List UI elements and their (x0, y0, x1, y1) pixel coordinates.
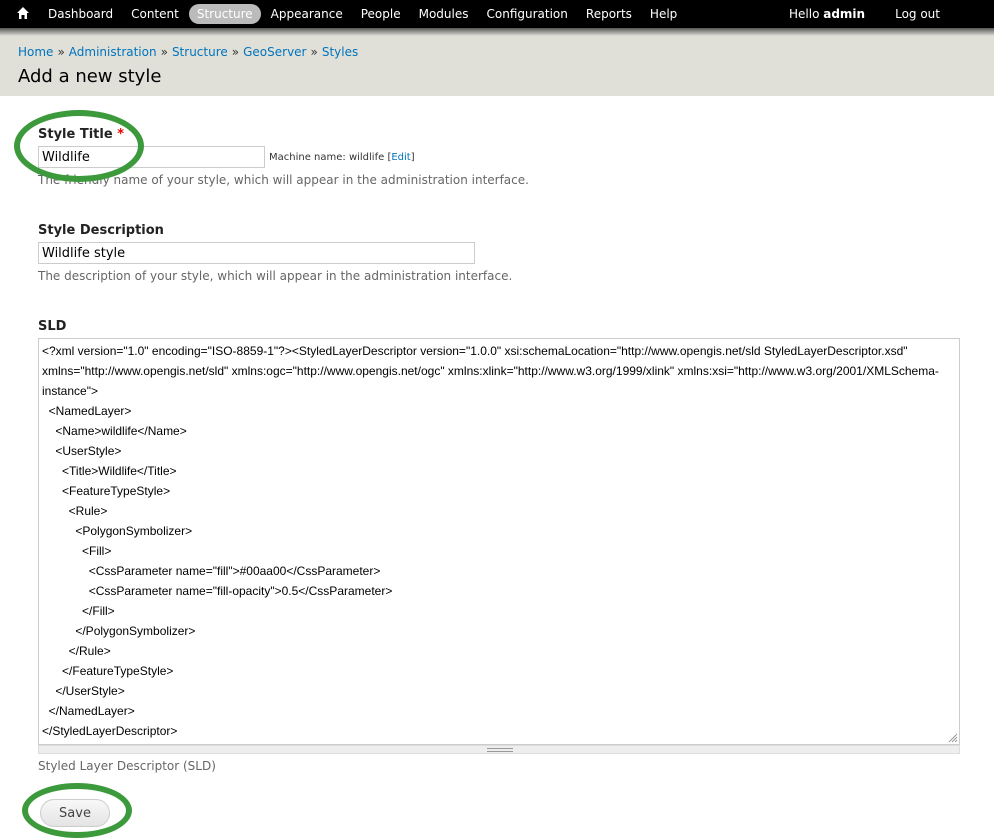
save-button[interactable]: Save (40, 799, 110, 827)
breadcrumb-geoserver[interactable]: GeoServer (243, 45, 306, 59)
admin-toolbar: Dashboard Content Structure Appearance P… (0, 0, 994, 28)
breadcrumb-separator: » (310, 45, 318, 59)
toolbar-item-dashboard[interactable]: Dashboard (40, 4, 121, 24)
sld-textarea[interactable]: <?xml version="1.0" encoding="ISO-8859-1… (38, 338, 960, 745)
greeting-prefix: Hello (789, 7, 824, 21)
toolbar-item-content[interactable]: Content (123, 4, 187, 24)
breadcrumb: Home» Administration» Structure» GeoServer»… (18, 45, 358, 59)
style-description-input[interactable] (38, 242, 475, 264)
logout-link[interactable]: Log out (895, 7, 940, 21)
breadcrumb-structure[interactable]: Structure (172, 45, 228, 59)
toolbar-item-help[interactable]: Help (642, 4, 685, 24)
grippie-bars-icon (487, 748, 513, 752)
breadcrumb-separator: » (160, 45, 168, 59)
sld-content[interactable]: <?xml version="1.0" encoding="ISO-8859-1… (39, 339, 959, 743)
user-greeting: Hello admin (789, 7, 865, 21)
resize-handle-icon[interactable] (946, 731, 958, 743)
toolbar-shadow (0, 28, 994, 36)
home-icon[interactable] (16, 6, 30, 20)
style-description-label: Style Description (38, 223, 164, 238)
machine-name-suffix: ] (410, 152, 415, 163)
breadcrumb-styles[interactable]: Styles (322, 45, 358, 59)
username[interactable]: admin (823, 7, 865, 21)
machine-name-edit-link[interactable]: Edit (391, 152, 410, 163)
page-title: Add a new style (18, 66, 162, 87)
textarea-grippie[interactable] (38, 745, 960, 754)
style-title-label: Style Title * (38, 127, 124, 142)
machine-name-text: Machine name: wildlife [ (269, 152, 392, 163)
breadcrumb-separator: » (57, 45, 65, 59)
sld-label: SLD (38, 319, 67, 334)
style-title-label-text: Style Title (38, 127, 113, 142)
toolbar-item-structure[interactable]: Structure (188, 4, 261, 24)
breadcrumb-home[interactable]: Home (18, 45, 53, 59)
toolbar-item-reports[interactable]: Reports (578, 4, 640, 24)
sld-description: Styled Layer Descriptor (SLD) (38, 759, 216, 773)
breadcrumb-administration[interactable]: Administration (69, 45, 157, 59)
breadcrumb-separator: » (231, 45, 240, 59)
toolbar-item-modules[interactable]: Modules (411, 4, 477, 24)
toolbar-item-people[interactable]: People (353, 4, 409, 24)
page-header: Home» Administration» Structure» GeoServer»… (0, 36, 994, 96)
style-title-description: The friendly name of your style, which w… (38, 173, 529, 187)
toolbar-item-appearance[interactable]: Appearance (263, 4, 351, 24)
style-title-input[interactable] (38, 146, 265, 168)
machine-name: Machine name: wildlife [Edit] (269, 152, 415, 163)
toolbar-menu: Dashboard Content Structure Appearance P… (40, 0, 687, 28)
toolbar-item-configuration[interactable]: Configuration (479, 4, 576, 24)
style-description-help: The description of your style, which wil… (38, 269, 513, 283)
required-mark: * (117, 127, 125, 142)
